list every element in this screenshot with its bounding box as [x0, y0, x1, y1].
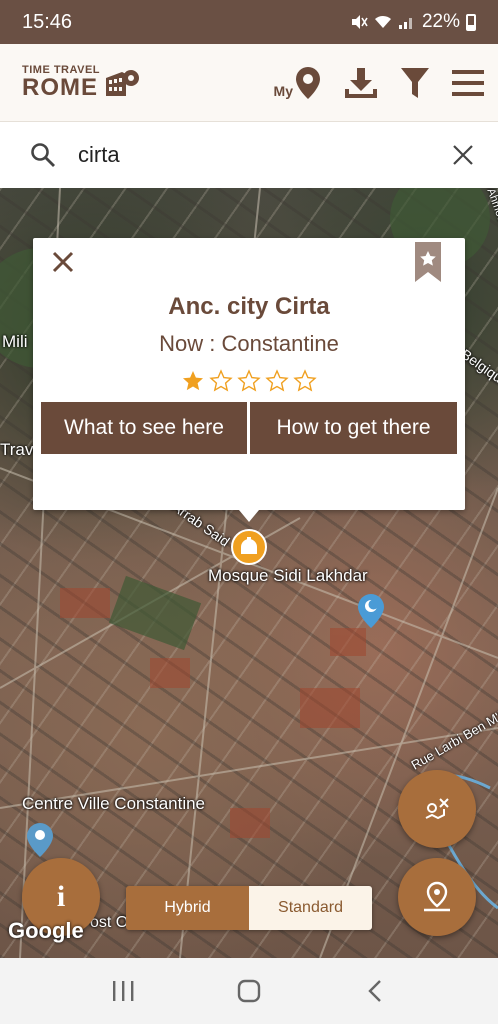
mosque-marker[interactable] — [230, 528, 268, 571]
search-bar — [0, 122, 498, 188]
close-icon[interactable] — [51, 250, 75, 274]
recent-apps-button[interactable] — [103, 971, 143, 1011]
app-logo[interactable]: TIME TRAVEL ROME — [22, 65, 140, 100]
map-pin-icon — [296, 66, 320, 99]
search-icon — [31, 143, 55, 167]
bookmark-icon[interactable] — [415, 242, 441, 282]
back-icon — [368, 980, 381, 1002]
filter-button[interactable] — [400, 67, 430, 99]
centre-place-marker[interactable] — [26, 822, 54, 863]
header-actions: My — [274, 66, 484, 100]
mosque-place-marker[interactable] — [357, 593, 385, 634]
standard-toggle[interactable]: Standard — [249, 886, 372, 930]
home-button[interactable] — [229, 971, 269, 1011]
colosseum-logo-icon — [106, 69, 140, 96]
my-label: My — [273, 82, 293, 99]
map-type-toggle: Hybrid Standard — [126, 886, 372, 930]
recent-apps-icon — [113, 981, 134, 1001]
google-logo: Google — [8, 918, 84, 943]
status-time: 15:46 — [22, 10, 73, 33]
home-icon — [237, 979, 261, 1003]
how-to-get-there-button[interactable]: How to get there — [250, 402, 457, 454]
wifi-icon — [374, 15, 391, 28]
menu-icon — [452, 69, 484, 96]
rating-stars[interactable] — [33, 369, 465, 393]
star-empty-icon[interactable] — [293, 369, 317, 393]
location-pin-icon — [424, 881, 450, 912]
map-label-mili: Mili — [2, 332, 28, 351]
battery-icon — [466, 13, 476, 31]
logo-bottom-text: ROME — [22, 74, 98, 101]
hybrid-toggle[interactable]: Hybrid — [126, 886, 249, 930]
place-pin-icon — [27, 823, 53, 857]
clear-search-icon[interactable] — [452, 144, 474, 166]
mute-icon — [351, 15, 368, 29]
star-filled-icon[interactable] — [181, 369, 205, 393]
star-empty-icon[interactable] — [209, 369, 233, 393]
system-nav-bar — [0, 958, 498, 1024]
popup-title: Anc. city Cirta — [168, 293, 330, 320]
map-route-icon — [425, 798, 449, 820]
download-icon — [345, 67, 377, 98]
my-places-button[interactable]: My — [274, 66, 322, 100]
mosque-marker-icon — [231, 529, 267, 565]
map-layers-button[interactable] — [398, 770, 476, 848]
locate-button[interactable] — [398, 858, 476, 936]
star-empty-icon[interactable] — [237, 369, 261, 393]
what-to-see-button[interactable]: What to see here — [41, 402, 247, 454]
filter-icon — [401, 67, 429, 98]
place-popup: Anc. city Cirta Now : Constantine What t… — [33, 238, 465, 522]
back-button[interactable] — [355, 971, 395, 1011]
star-empty-icon[interactable] — [265, 369, 289, 393]
map-label-centre[interactable]: Centre Ville Constantine — [22, 794, 205, 814]
menu-button[interactable] — [452, 69, 484, 97]
search-input[interactable] — [78, 142, 452, 168]
download-button[interactable] — [344, 67, 378, 99]
status-icons: 22% — [350, 11, 476, 33]
popup-subtitle: Now : Constantine — [159, 331, 339, 356]
status-bar: 15:46 22% — [0, 0, 498, 44]
crescent-pin-icon — [358, 594, 384, 628]
signal-icon — [398, 18, 412, 29]
app-header: TIME TRAVEL ROME My — [0, 44, 498, 122]
battery-percent: 22% — [421, 11, 460, 32]
